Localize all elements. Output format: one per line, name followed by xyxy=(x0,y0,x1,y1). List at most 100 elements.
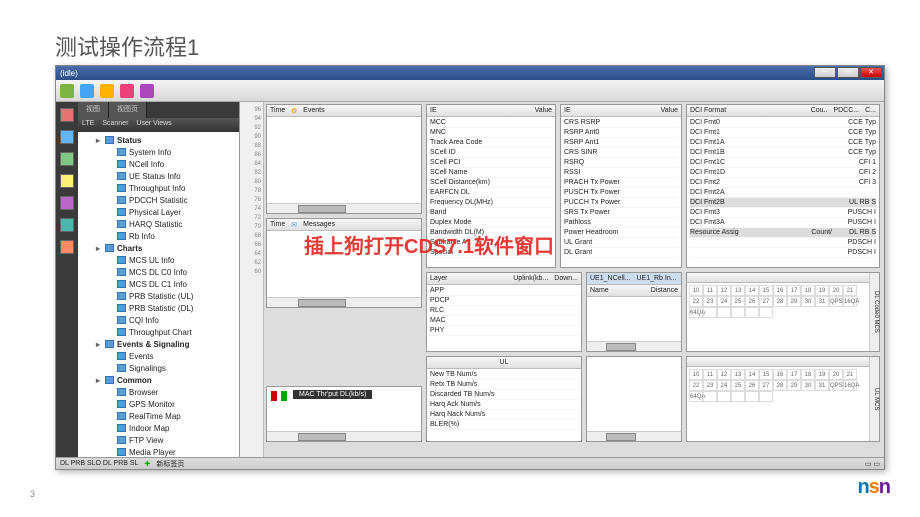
grid-cell: 16QA xyxy=(843,380,857,391)
ul-title: UL xyxy=(500,359,509,366)
data-row: DL Grant xyxy=(564,248,678,258)
sidebar-icon[interactable] xyxy=(60,196,74,210)
tab-rbin[interactable]: UE1_Rb In... xyxy=(636,275,676,282)
data-row: PUCCH Tx Power xyxy=(564,198,678,208)
tree-node[interactable]: Events xyxy=(80,350,237,362)
data-row: SCell Distance(km) xyxy=(430,178,552,188)
tree-tab-view[interactable]: 视图 xyxy=(78,102,109,118)
grid-cell: 20 xyxy=(829,285,843,296)
close-button[interactable]: ✕ xyxy=(860,67,882,78)
tree[interactable]: ▸StatusSystem InfoNCell InfoUE Status In… xyxy=(78,132,239,457)
new-tab[interactable]: 新标签页 xyxy=(156,459,184,469)
window-title: (idle) xyxy=(60,69,78,78)
grid-cell: 29 xyxy=(787,380,801,391)
scrollbar[interactable] xyxy=(587,431,681,441)
tree-sub-lte[interactable]: LTE xyxy=(82,120,94,130)
data-row: DCI Fmt1CCFI 1 xyxy=(690,158,876,168)
grid-cell: 30 xyxy=(801,296,815,307)
tree-node[interactable]: ▸Common xyxy=(80,374,237,386)
grid-cell: 10 xyxy=(689,285,703,296)
tree-node[interactable]: Throughput Chart xyxy=(80,326,237,338)
data-row: MAC xyxy=(430,316,578,326)
data-row: RSRP Ant1 xyxy=(564,138,678,148)
toolbar-icon[interactable] xyxy=(140,84,154,98)
tree-node[interactable]: Media Player xyxy=(80,446,237,457)
grid-cell: 18 xyxy=(801,285,815,296)
scrollbar[interactable] xyxy=(267,203,421,213)
mac-chart-panel: MAC Thr'put DL(kb/s) xyxy=(266,386,422,442)
tree-node[interactable]: Signalings xyxy=(80,362,237,374)
tree-node[interactable]: ▸Events & Signaling xyxy=(80,338,237,350)
tree-node[interactable]: Throughput Info xyxy=(80,182,237,194)
scrollbar[interactable] xyxy=(267,297,421,307)
data-row: RSRP Ant0 xyxy=(564,128,678,138)
sidebar-icon[interactable] xyxy=(60,240,74,254)
sidebar-icon[interactable] xyxy=(60,108,74,122)
tree-node[interactable]: System Info xyxy=(80,146,237,158)
grid-cell: 28 xyxy=(773,296,787,307)
data-row: SCell Name xyxy=(430,168,552,178)
col-events: Events xyxy=(303,107,324,114)
tree-node[interactable]: Indoor Map xyxy=(80,422,237,434)
sidebar-icon[interactable] xyxy=(60,152,74,166)
bottom-tabs[interactable]: DL PRB SLO DL PRB SL xyxy=(60,460,138,467)
tree-node[interactable]: HARQ Statistic xyxy=(80,218,237,230)
col-ie: IE xyxy=(564,107,571,114)
tree-node[interactable]: Physical Layer xyxy=(80,206,237,218)
tree-sub-userviews[interactable]: User Views xyxy=(136,120,171,130)
tree-node[interactable]: RealTime Map xyxy=(80,410,237,422)
tree-node[interactable]: ▸Status xyxy=(80,134,237,146)
data-row: DCI Fmt1ACCE Typ xyxy=(690,138,876,148)
tree-node[interactable]: CQI Info xyxy=(80,314,237,326)
data-row: PUSCH Tx Power xyxy=(564,188,678,198)
toolbar-icon[interactable] xyxy=(80,84,94,98)
col-messages: Messages xyxy=(303,221,335,228)
tree-node[interactable]: UE Status Info xyxy=(80,170,237,182)
tree-node[interactable]: Browser xyxy=(80,386,237,398)
tree-node[interactable]: MCS DL C0 Info xyxy=(80,266,237,278)
events-panel: Time✿Events xyxy=(266,104,422,214)
grid-cell: 14 xyxy=(745,285,759,296)
toolbar-icon[interactable] xyxy=(60,84,74,98)
tree-node[interactable]: GPS Monitor xyxy=(80,398,237,410)
data-row: PDSCH I xyxy=(690,248,876,258)
grid-cell: 26 xyxy=(745,296,759,307)
tree-node[interactable]: PRB Statistic (DL) xyxy=(80,302,237,314)
tree-sub-scanner[interactable]: Scanner xyxy=(102,120,128,130)
col-dciformat: DCI Format xyxy=(690,107,726,114)
tree-node[interactable]: PDCCH Statistic xyxy=(80,194,237,206)
tree-node[interactable]: Rb Info xyxy=(80,230,237,242)
grid-cell: 22 xyxy=(689,380,703,391)
grid-cell: 23 xyxy=(703,296,717,307)
sidebar-icon[interactable] xyxy=(60,130,74,144)
tree-tab-viewpage[interactable]: 视图页 xyxy=(109,102,147,118)
scrollbar[interactable] xyxy=(267,431,421,441)
grid-cell: 16 xyxy=(773,285,787,296)
grid-cell xyxy=(703,307,717,318)
tree-node[interactable]: NCell Info xyxy=(80,158,237,170)
grid-cell: 15 xyxy=(759,285,773,296)
toolbar-icon[interactable] xyxy=(120,84,134,98)
tree-node[interactable]: MCS UL Info xyxy=(80,254,237,266)
toolbar-icon[interactable] xyxy=(100,84,114,98)
grid-cell: 10 xyxy=(689,369,703,380)
tab-ncell[interactable]: UE1_NCell... xyxy=(590,275,630,282)
minimize-button[interactable]: ─ xyxy=(814,67,836,78)
data-row: Resource AssigCount/DL RB S xyxy=(690,228,876,238)
maximize-button[interactable]: ▭ xyxy=(837,67,859,78)
data-row: SCell PCI xyxy=(430,158,552,168)
tree-node[interactable]: ▸Charts xyxy=(80,242,237,254)
grid-cell xyxy=(717,391,731,402)
scrollbar[interactable] xyxy=(587,341,681,351)
data-row: DCI Fmt2A xyxy=(690,188,876,198)
sidebar-icon[interactable] xyxy=(60,218,74,232)
data-row: MCC xyxy=(430,118,552,128)
tree-node[interactable]: FTP View xyxy=(80,434,237,446)
tree-panel: 视图 视图页 LTE Scanner User Views ▸StatusSys… xyxy=(78,102,240,457)
data-row: DCI Fmt2CFI 3 xyxy=(690,178,876,188)
grid-cell: 27 xyxy=(759,296,773,307)
sidebar-icon[interactable] xyxy=(60,174,74,188)
tree-node[interactable]: MCS DL C1 Info xyxy=(80,278,237,290)
grid-cell: 11 xyxy=(703,285,717,296)
tree-node[interactable]: PRB Statistic (UL) xyxy=(80,290,237,302)
